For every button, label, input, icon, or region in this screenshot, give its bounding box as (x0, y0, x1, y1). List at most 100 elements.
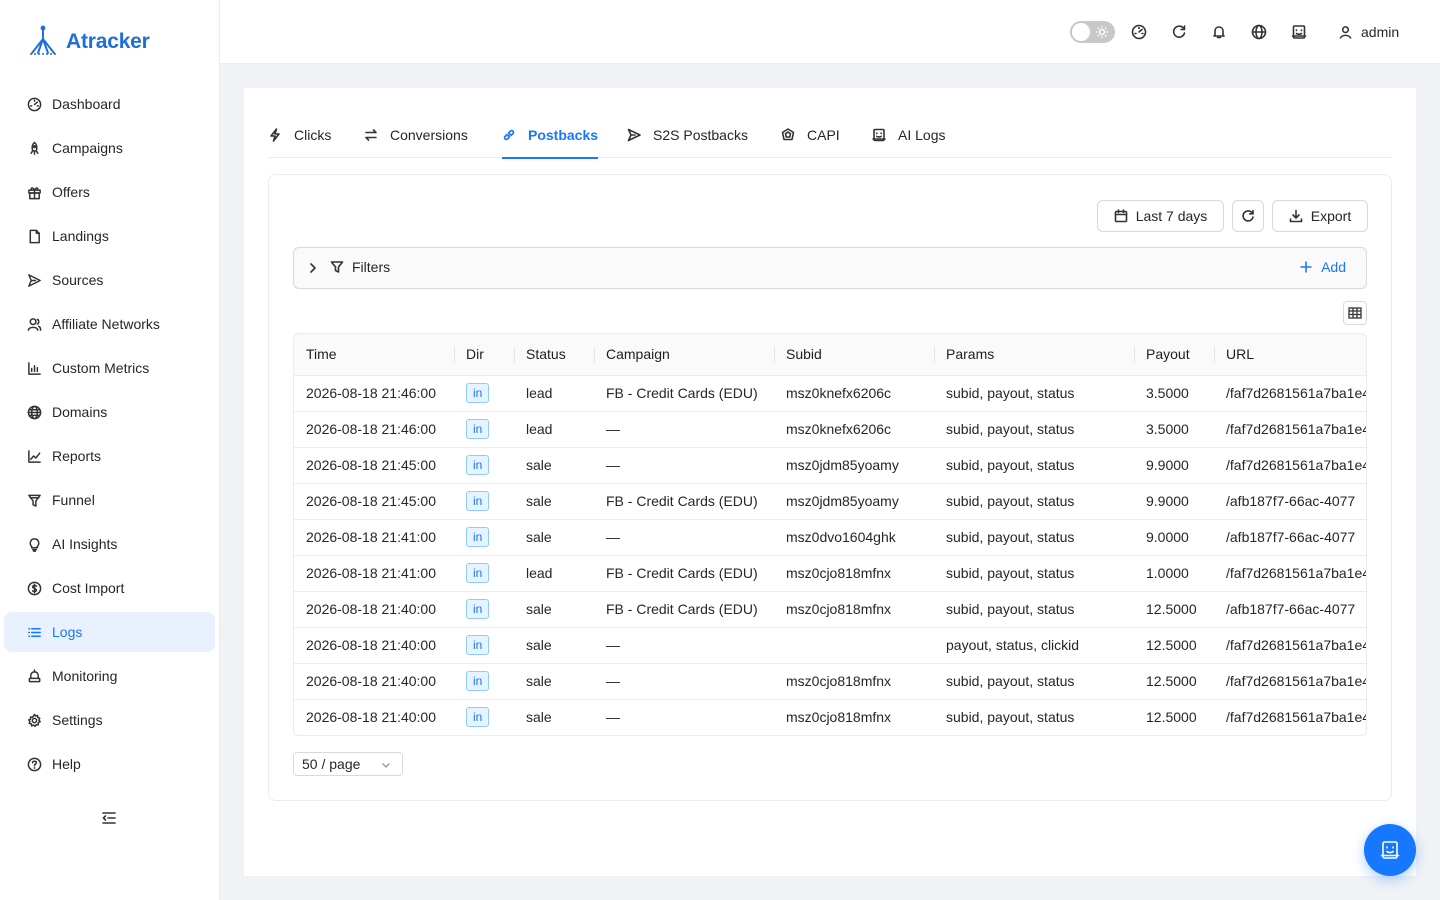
ai-assistant-button[interactable] (1364, 824, 1416, 876)
cell-campaign: FB - Credit Cards (EDU) (594, 375, 774, 412)
direction-tag: in (466, 383, 490, 403)
column-header-dir[interactable]: Dir (454, 334, 514, 376)
cell-url: /faf7d2681561a7ba1e4 (1214, 555, 1366, 592)
user-menu[interactable]: admin (1338, 22, 1399, 42)
column-header-payout[interactable]: Payout (1134, 334, 1214, 376)
sidebar-item-label: Funnel (52, 492, 95, 508)
table-row[interactable]: 2026-08-18 21:45:00 in sale — msz0jdm85yoamy… (294, 447, 1366, 484)
refresh-icon[interactable] (1171, 24, 1187, 40)
cell-payout: 9.9000 (1134, 483, 1214, 520)
chevron-down-icon (382, 763, 390, 768)
tab-capi[interactable]: CAPI (781, 112, 840, 158)
date-range-label: Last 7 days (1135, 208, 1208, 224)
sidebar-item-label: Cost Import (52, 580, 125, 596)
date-range-button[interactable]: Last 7 days (1097, 200, 1224, 232)
direction-tag: in (466, 419, 490, 439)
logo[interactable]: Atracker (26, 25, 150, 58)
table-row[interactable]: 2026-08-18 21:45:00 in sale FB - Credit Car… (294, 483, 1366, 520)
cell-subid: msz0cjo818mfnx (786, 709, 892, 726)
sidebar-item-affiliate-networks[interactable]: Affiliate Networks (4, 304, 215, 344)
table-row[interactable]: 2026-08-18 21:40:00 in sale FB - Credit Car… (294, 591, 1366, 628)
sidebar-item-dashboard[interactable]: Dashboard (4, 84, 215, 124)
theme-toggle[interactable] (1070, 21, 1115, 43)
funnel-icon (26, 492, 42, 508)
tab-s2s-postbacks[interactable]: S2S Postbacks (627, 112, 748, 158)
sidebar-item-sources[interactable]: Sources (4, 260, 215, 300)
cell-params: subid, payout, status (946, 709, 1075, 726)
tab-label: S2S Postbacks (653, 127, 748, 143)
column-header-campaign[interactable]: Campaign (594, 334, 774, 376)
cell-dir: in (454, 591, 514, 628)
export-button[interactable]: Export (1272, 200, 1368, 232)
users-icon (26, 316, 42, 332)
column-header-params[interactable]: Params (934, 334, 1134, 376)
sidebar-item-cost-import[interactable]: Cost Import (4, 568, 215, 608)
sidebar-item-monitoring[interactable]: Monitoring (4, 656, 215, 696)
cell-status: sale (514, 483, 594, 520)
swap-icon (364, 128, 378, 142)
tab-clicks[interactable]: Clicks (268, 112, 331, 158)
sidebar-item-settings[interactable]: Settings (4, 700, 215, 740)
cell-payout: 9.0000 (1134, 519, 1214, 556)
sidebar-item-reports[interactable]: Reports (4, 436, 215, 476)
column-header-subid[interactable]: Subid (774, 334, 934, 376)
page-size-select[interactable]: 50 / page (293, 752, 403, 776)
sidebar-nav: Dashboard Campaigns Offers Landings Sour… (4, 84, 215, 788)
filters-bar[interactable]: Filters Add (293, 247, 1367, 289)
add-filter-button[interactable]: Add (1299, 259, 1346, 275)
tab-label: Conversions (390, 127, 468, 143)
cell-status: sale (514, 447, 594, 484)
top-header: admin (220, 0, 1440, 64)
table-row[interactable]: 2026-08-18 21:40:00 in sale — msz0cjo818mfnx… (294, 663, 1366, 700)
cell-payout: 12.5000 (1146, 709, 1197, 726)
table-row[interactable]: 2026-08-18 21:40:00 in sale — payout, status… (294, 627, 1366, 664)
sidebar-item-campaigns[interactable]: Campaigns (4, 128, 215, 168)
sidebar-item-logs[interactable]: Logs (4, 612, 215, 652)
send-icon (627, 128, 641, 142)
sidebar-item-custom-metrics[interactable]: Custom Metrics (4, 348, 215, 388)
column-settings-button[interactable] (1343, 301, 1367, 325)
column-header-time[interactable]: Time (294, 334, 454, 376)
cell-dir: in (454, 555, 514, 592)
bell-icon[interactable] (1211, 24, 1227, 40)
sidebar-item-ai-insights[interactable]: AI Insights (4, 524, 215, 564)
sidebar-item-label: Domains (52, 404, 108, 420)
monitor-icon (26, 668, 42, 684)
column-header-status[interactable]: Status (514, 334, 594, 376)
rocket-icon (26, 140, 42, 156)
table-row[interactable]: 2026-08-18 21:40:00 in sale — msz0cjo818mfnx… (294, 699, 1366, 735)
direction-tag: in (466, 599, 490, 619)
line-chart-icon (26, 448, 42, 464)
help-icon (26, 756, 42, 772)
robot-icon[interactable] (1291, 24, 1307, 40)
table-row[interactable]: 2026-08-18 21:41:00 in sale — msz0dvo1604ghk… (294, 519, 1366, 556)
cell-time: 2026-08-18 21:40:00 (306, 709, 436, 726)
dashboard-icon (26, 96, 42, 112)
sidebar-item-domains[interactable]: Domains (4, 392, 215, 432)
cell-time: 2026-08-18 21:40:00 (294, 591, 454, 628)
chevron-right-icon[interactable] (306, 261, 320, 275)
cell-url: /faf7d2681561a7ba1e4 (1214, 663, 1366, 700)
sun-icon (1095, 25, 1109, 39)
sidebar-item-offers[interactable]: Offers (4, 172, 215, 212)
table-row[interactable]: 2026-08-18 21:41:00 in lead FB - Credit Car… (294, 555, 1366, 592)
cell-time: 2026-08-18 21:41:00 (294, 555, 454, 592)
table-row[interactable]: 2026-08-18 21:46:00 in lead — msz0knefx6206c… (294, 411, 1366, 448)
column-header-url[interactable]: URL (1214, 334, 1366, 376)
sidebar-item-label: Sources (52, 272, 104, 288)
cell-params: subid, payout, status (934, 555, 1134, 592)
tab-conversions[interactable]: Conversions (364, 112, 468, 158)
sidebar-item-landings[interactable]: Landings (4, 216, 215, 256)
refresh-button[interactable] (1232, 200, 1264, 232)
cell-dir: in (454, 411, 514, 448)
table-row[interactable]: 2026-08-18 21:46:00 in lead FB - Credit Car… (294, 375, 1366, 412)
tab-ai-logs[interactable]: AI Logs (872, 112, 945, 158)
sidebar-item-funnel[interactable]: Funnel (4, 480, 215, 520)
language-globe-icon[interactable] (1251, 24, 1267, 40)
sidebar-item-help[interactable]: Help (4, 744, 215, 784)
cell-campaign: — (594, 411, 774, 448)
dashboard-gauge-icon[interactable] (1131, 24, 1147, 40)
sidebar-collapse-icon[interactable] (101, 810, 119, 826)
cell-dir: in (454, 627, 514, 664)
tab-postbacks[interactable]: Postbacks (502, 112, 599, 159)
